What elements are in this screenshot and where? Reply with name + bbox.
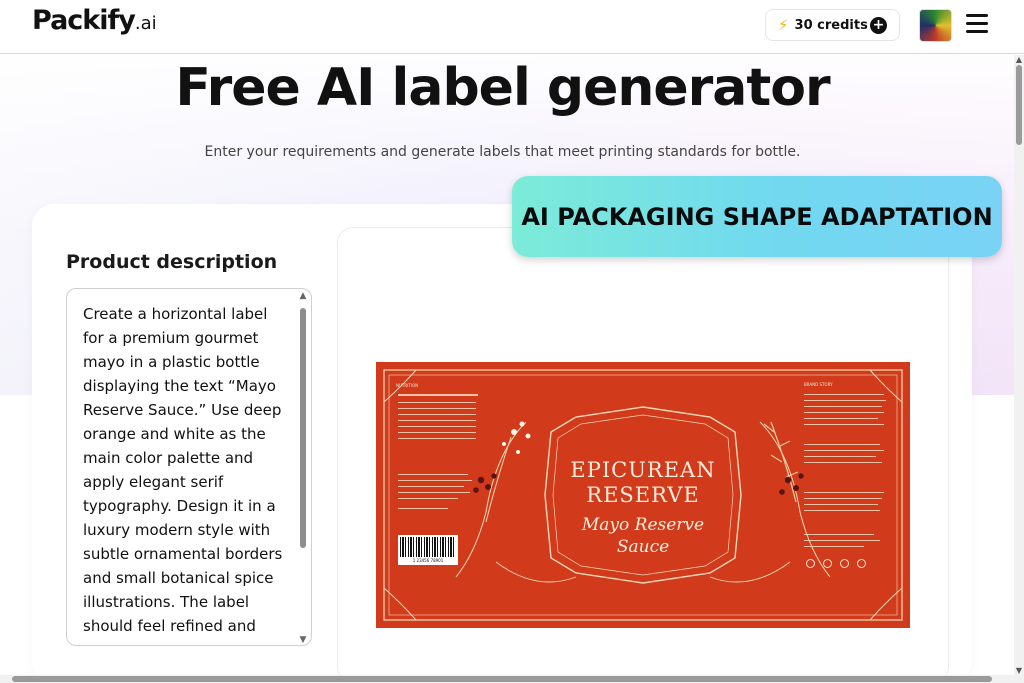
product-description-text: Create a horizontal label for a premium … <box>83 305 283 635</box>
label-certification-icons <box>806 559 866 568</box>
scroll-down-icon[interactable]: ▼ <box>1014 666 1024 675</box>
logo-suffix: .ai <box>134 13 157 34</box>
page-title: Free AI label generator <box>175 58 830 118</box>
label-brand-line-2: RESERVE <box>586 483 700 507</box>
label-product-line-1: Mayo Reserve <box>581 515 705 535</box>
logo-text: Packify <box>32 5 136 36</box>
label-preview-image: NUTRITION BRAND STORY EPICUREAN RESERVE … <box>376 362 910 628</box>
top-bar: Packify.ai ⚡ 30 credits + <box>0 0 1024 54</box>
page-subtitle: Enter your requirements and generate lab… <box>204 144 801 160</box>
page-vertical-scrollbar[interactable]: ▲ ▼ <box>1014 55 1024 675</box>
label-brand-line-1: EPICUREAN <box>570 458 716 482</box>
hamburger-icon[interactable] <box>966 14 988 34</box>
scrollbar-thumb[interactable] <box>300 308 306 548</box>
product-description-title: Product description <box>66 251 278 273</box>
bolt-icon: ⚡ <box>778 16 789 34</box>
scroll-down-icon[interactable]: ▼ <box>298 635 308 645</box>
feature-badge: AI PACKAGING SHAPE ADAPTATION <box>512 176 1002 257</box>
packify-logo[interactable]: Packify.ai <box>32 5 157 36</box>
plus-circle-icon[interactable]: + <box>870 17 887 34</box>
label-side-heading: BRAND STORY <box>804 382 833 387</box>
product-description-input[interactable]: Create a horizontal label for a premium … <box>66 288 312 646</box>
credits-label: 30 credits <box>794 17 868 33</box>
avatar[interactable] <box>919 9 952 42</box>
credits-button[interactable]: ⚡ 30 credits + <box>765 9 900 41</box>
description-scrollbar[interactable]: ▲ ▼ <box>298 291 308 645</box>
bin-icon <box>840 559 849 568</box>
scroll-up-icon[interactable]: ▲ <box>1014 55 1024 64</box>
barcode-number: 1 23456 78901 <box>412 558 444 563</box>
recycle-icon <box>806 559 815 568</box>
horizontal-scrollbar-thumb[interactable] <box>12 676 992 682</box>
page-horizontal-scrollbar[interactable] <box>0 675 1024 683</box>
label-nutrition-heading: NUTRITION <box>396 383 419 388</box>
bottle-icon <box>823 559 832 568</box>
qr-icon <box>857 559 866 568</box>
scroll-up-icon[interactable]: ▲ <box>298 291 308 301</box>
page-scrollbar-thumb[interactable] <box>1016 65 1022 145</box>
label-barcode: 1 23456 78901 <box>398 535 458 565</box>
